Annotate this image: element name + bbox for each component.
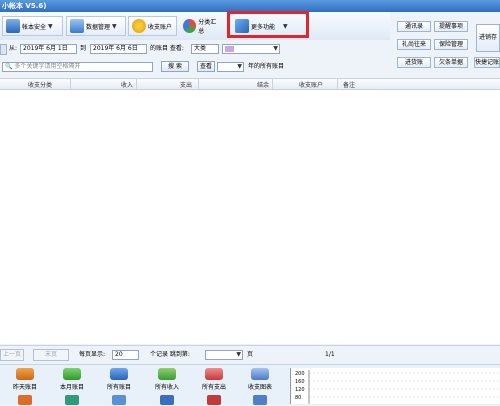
all-expense-label: 所有支出 — [201, 384, 226, 391]
from-label: 从: — [9, 45, 18, 52]
prev-page-button[interactable]: 上一页 — [0, 349, 24, 361]
chevron-down-icon: ▼ — [237, 63, 242, 70]
view-label: 的账目 查看: — [150, 45, 184, 52]
y-tick-label: 120 — [295, 387, 305, 393]
year-select[interactable]: ▼ — [217, 62, 244, 72]
book-icon — [16, 368, 34, 380]
pie-chart-icon — [183, 19, 197, 33]
search-input[interactable]: 🔍 多个关键字请用空格隔开 — [2, 62, 153, 72]
mini-chart-svg: 200 160 120 80 — [295, 370, 500, 404]
subcategory-select[interactable]: ▼ — [222, 44, 280, 54]
income-expense-chart-button[interactable]: 收支图表 — [243, 368, 277, 391]
chevron-down-icon: ▼ — [112, 22, 117, 30]
expense-icon — [205, 368, 223, 380]
all-accounts-button[interactable]: 所有账目 — [102, 368, 136, 391]
all-expense-button[interactable]: 所有支出 — [197, 368, 231, 391]
to-label: 到 — [80, 45, 87, 52]
search-icon: 🔍 — [5, 63, 13, 70]
search-button[interactable]: 搜 索 — [161, 61, 189, 72]
search-placeholder: 多个关键字请用空格隔开 — [14, 63, 81, 70]
category-summary-label: 分类汇总 — [198, 19, 217, 35]
lock-icon — [6, 19, 20, 33]
shipping-button[interactable]: 进货账 — [397, 57, 431, 68]
this-month-accounts-button[interactable]: 本月账目 — [55, 368, 89, 391]
chevron-down-icon: ▼ — [236, 351, 241, 358]
page-label: 页 — [247, 351, 254, 358]
reminders-button[interactable]: 提醒事项 — [434, 21, 468, 32]
chevron-down-icon: ▼ — [48, 22, 53, 30]
gift-exchange-button[interactable]: 礼尚往来 — [397, 39, 431, 50]
date-to-field[interactable]: 2019年 6月 6日 — [90, 44, 147, 54]
year-all-label: 年的所有账目 — [248, 63, 285, 70]
income-expense-account-button[interactable]: 收支账户 — [128, 16, 177, 36]
data-management-button[interactable]: 数据管理 ▼ — [66, 16, 126, 36]
account-security-label: 帐本安全 — [22, 23, 47, 31]
all-accounts-label: 所有账目 — [106, 384, 131, 391]
records-label: 个记录 跳到第: — [150, 351, 190, 358]
column-header-notes: 备注 — [343, 82, 356, 89]
per-page-label: 每页显示: — [79, 351, 106, 358]
y-tick-label: 160 — [295, 379, 305, 385]
address-book-button[interactable]: 通讯录 — [397, 21, 431, 32]
column-header-income: 收入 — [121, 82, 134, 89]
jump-page-select[interactable]: ▼ — [205, 350, 243, 360]
coin-icon — [132, 19, 146, 33]
chevron-down-icon: ▼ — [273, 45, 278, 52]
account-security-button[interactable]: 帐本安全 ▼ — [2, 16, 63, 36]
all-income-label: 所有收入 — [154, 384, 179, 391]
window-title: 小帐本 V5.6) — [2, 2, 47, 10]
last-page-button[interactable]: 末页 — [33, 349, 69, 361]
quick-query-button[interactable]: 快捷记账 — [474, 57, 500, 68]
y-tick-label: 200 — [295, 371, 305, 377]
folder-icon — [110, 368, 128, 380]
all-income-button[interactable]: 所有收入 — [150, 368, 184, 391]
per-page-input[interactable]: 20 — [112, 350, 139, 360]
date-from-field[interactable]: 2019年 6月 1日 — [20, 44, 77, 54]
enter-account-button[interactable]: 进销存 — [476, 24, 500, 52]
income-icon — [158, 368, 176, 380]
this-month-accounts-label: 本月账目 — [59, 384, 84, 391]
y-tick-label: 80 — [295, 395, 301, 401]
category-select[interactable]: 大类 — [191, 44, 219, 54]
column-header-account: 收支账户 — [299, 82, 324, 89]
calendar-icon — [63, 368, 81, 380]
view-button[interactable]: 查看 — [197, 61, 215, 72]
loan-money-button[interactable]: 欠条单据 — [434, 57, 468, 68]
yesterday-accounts-label: 昨天账目 — [12, 384, 37, 391]
column-header-expense: 支出 — [180, 82, 193, 89]
highlight-box — [227, 11, 309, 38]
subcategory-color-icon — [225, 46, 234, 52]
income-expense-account-label: 收支账户 — [148, 23, 173, 31]
column-header-category: 收支分类 — [28, 82, 53, 89]
mini-chart: 200 160 120 80 — [290, 368, 500, 404]
income-expense-chart-label: 收支图表 — [247, 384, 272, 391]
database-icon — [70, 19, 84, 33]
data-management-label: 数据管理 — [86, 23, 111, 31]
column-header-balance: 结余 — [257, 82, 270, 89]
expand-toggle[interactable] — [0, 44, 7, 55]
insurance-management-button[interactable]: 保险管理 — [434, 39, 468, 50]
category-summary-button[interactable]: 分类汇总 — [179, 16, 225, 36]
table-header: 收支分类 收入 支出 结余 收支账户 备注 — [0, 79, 500, 90]
records-table: 收支分类 收入 支出 结余 收支账户 备注 — [0, 78, 500, 344]
yesterday-accounts-button[interactable]: 昨天账目 — [8, 368, 42, 391]
page-indicator: 1/1 — [325, 351, 335, 358]
chart-icon — [251, 368, 269, 380]
pager-bar: 上一页 末页 每页显示: 20 个记录 跳到第: ▼ 页 1/1 — [0, 345, 500, 364]
